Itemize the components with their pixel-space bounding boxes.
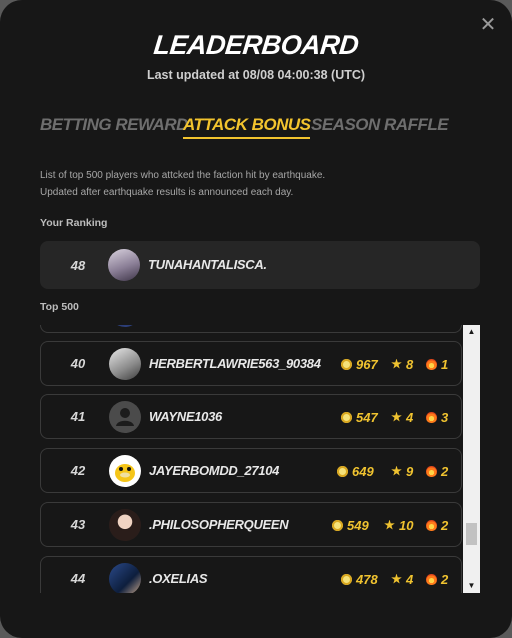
tab-season-raffle[interactable]: SEASON RAFFLE bbox=[311, 115, 449, 135]
description-line-2: Updated after earthquake results is anno… bbox=[40, 187, 294, 198]
your-ranking-row: 48 TUNAHANTALISCA. bbox=[40, 241, 480, 289]
list-item: 43 .PHILOSOPHERQUEEN 549 10 2 bbox=[40, 502, 462, 547]
star-icon bbox=[391, 465, 402, 476]
fire-stat: 2 bbox=[426, 462, 448, 480]
rank-number: 41 bbox=[70, 409, 86, 424]
your-ranking-label: Your Ranking bbox=[40, 217, 108, 229]
top500-list[interactable]: 40 HERBERTLAWRIE563_90384 967 8 1 41 WAY… bbox=[40, 325, 480, 593]
last-updated-text: Last updated at 08/08 04:00:38 (UTC) bbox=[146, 68, 366, 82]
gem-icon bbox=[341, 411, 352, 423]
tab-bar: BETTING REWARD ATTACK BONUS SEASON RAFFL… bbox=[40, 115, 472, 141]
username: HERBERTLAWRIE563_90384 bbox=[149, 356, 321, 371]
avatar bbox=[108, 249, 140, 281]
username: .PHILOSOPHERQUEEN bbox=[149, 517, 289, 532]
fire-icon bbox=[426, 358, 437, 370]
description-line-1: List of top 500 players who attcked the … bbox=[40, 170, 326, 181]
star-icon bbox=[391, 573, 402, 584]
star-icon bbox=[384, 519, 395, 530]
star-stat: 9 bbox=[391, 462, 413, 480]
star-stat: 8 bbox=[391, 355, 413, 373]
top500-label: Top 500 bbox=[40, 301, 79, 313]
star-icon bbox=[391, 411, 402, 422]
gem-stat: 478 bbox=[341, 570, 378, 588]
list-item: 40 HERBERTLAWRIE563_90384 967 8 1 bbox=[40, 341, 462, 386]
rank-number: 40 bbox=[70, 356, 86, 371]
list-item bbox=[40, 325, 462, 333]
page-title: LEADERBOARD bbox=[152, 30, 360, 60]
scrollbar-thumb[interactable] bbox=[466, 523, 477, 545]
fire-stat: 3 bbox=[426, 408, 448, 426]
fire-stat: 2 bbox=[426, 570, 448, 588]
gem-icon bbox=[337, 465, 348, 477]
fire-icon bbox=[426, 519, 437, 531]
star-stat: 4 bbox=[391, 408, 413, 426]
fire-stat: 2 bbox=[426, 516, 448, 534]
star-stat: 10 bbox=[384, 516, 413, 534]
username: TUNAHANTALISCA. bbox=[148, 257, 267, 272]
gem-stat: 967 bbox=[341, 355, 378, 373]
rank-number: 48 bbox=[70, 257, 86, 273]
list-scrollbar[interactable]: ▲ ▼ bbox=[463, 325, 480, 593]
tab-betting-reward[interactable]: BETTING REWARD bbox=[40, 115, 188, 135]
tab-attack-bonus[interactable]: ATTACK BONUS bbox=[183, 115, 311, 139]
list-item: 42 JAYERBOMDD_27104 649 9 2 bbox=[40, 448, 462, 493]
fire-icon bbox=[426, 573, 437, 585]
fire-icon bbox=[426, 411, 437, 423]
avatar bbox=[109, 348, 141, 380]
rank-number: 44 bbox=[70, 571, 86, 586]
leaderboard-modal: ✕ LEADERBOARD Last updated at 08/08 04:0… bbox=[0, 0, 512, 638]
default-avatar-icon bbox=[109, 401, 141, 433]
duck-avatar-icon bbox=[109, 455, 141, 487]
avatar bbox=[109, 563, 141, 593]
scroll-up-icon[interactable]: ▲ bbox=[463, 325, 480, 339]
avatar bbox=[109, 325, 141, 327]
rank-number: 43 bbox=[70, 517, 86, 532]
avatar bbox=[109, 509, 141, 541]
list-item: 44 .OXELIAS 478 4 2 bbox=[40, 556, 462, 593]
username: WAYNE1036 bbox=[149, 409, 222, 424]
star-icon bbox=[391, 358, 402, 369]
gem-stat: 547 bbox=[341, 408, 378, 426]
description: List of top 500 players who attcked the … bbox=[40, 167, 325, 201]
gem-stat: 649 bbox=[337, 462, 374, 480]
username: .OXELIAS bbox=[149, 571, 208, 586]
star-stat: 4 bbox=[391, 570, 413, 588]
rank-number: 42 bbox=[70, 463, 86, 478]
gem-icon bbox=[341, 573, 352, 585]
gem-icon bbox=[341, 358, 352, 370]
fire-stat: 1 bbox=[426, 355, 448, 373]
fire-icon bbox=[426, 465, 437, 477]
username: JAYERBOMDD_27104 bbox=[149, 463, 280, 478]
gem-stat: 549 bbox=[332, 516, 369, 534]
scroll-down-icon[interactable]: ▼ bbox=[463, 579, 480, 593]
gem-icon bbox=[332, 519, 343, 531]
list-item: 41 WAYNE1036 547 4 3 bbox=[40, 394, 462, 439]
